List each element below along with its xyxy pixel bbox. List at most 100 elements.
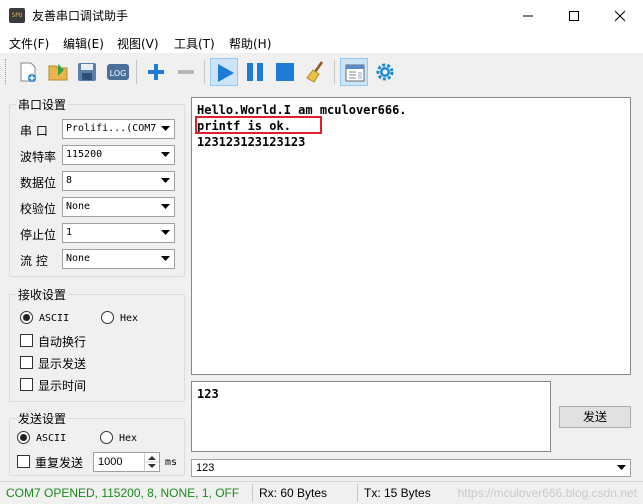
group-title: 接收设置 (16, 286, 69, 303)
minimize-button[interactable] (505, 0, 551, 31)
open-folder-icon (48, 64, 68, 81)
interval-value: 1000 (98, 456, 123, 468)
save-button[interactable] (73, 58, 101, 86)
toolbar-grip[interactable] (5, 59, 8, 85)
status-separator (252, 484, 253, 502)
send-hex-radio[interactable] (100, 431, 113, 444)
watermark: https://mculover666.blog.csdn.net (457, 486, 637, 500)
auto-wrap-checkbox[interactable] (20, 334, 33, 347)
add-button[interactable] (142, 58, 170, 86)
log-icon: LOG (107, 64, 129, 80)
log-button[interactable]: LOG (104, 58, 132, 86)
toolbar-separator (204, 60, 205, 84)
panel-button[interactable] (340, 58, 368, 86)
start-button[interactable] (210, 58, 238, 86)
chevron-down-icon (161, 230, 170, 235)
recv-hex-label: Hex (120, 313, 139, 324)
settings-button[interactable] (371, 58, 399, 86)
show-time-label: 显示时间 (38, 379, 87, 393)
new-button[interactable] (14, 58, 42, 86)
menu-tools[interactable]: 工具(T) (174, 35, 215, 52)
maximize-icon (569, 11, 579, 21)
minus-icon (178, 70, 194, 74)
remove-button[interactable] (172, 58, 200, 86)
chevron-down-icon (161, 178, 170, 183)
recv-ascii-radio[interactable] (20, 311, 33, 324)
receive-textarea[interactable]: Hello.World.I am mculover666. printf is … (191, 97, 631, 375)
show-time-checkbox[interactable] (20, 378, 33, 391)
repeat-send-checkbox[interactable] (17, 455, 30, 468)
port-value: Prolifi...(COM7 (66, 123, 157, 134)
stop-button[interactable] (271, 58, 299, 86)
databits-value: 8 (66, 175, 73, 186)
stopbits-select[interactable]: 1 (62, 223, 175, 243)
send-button[interactable]: 发送 (559, 406, 631, 428)
minimize-icon (523, 15, 533, 17)
menu-file[interactable]: 文件(F) (9, 35, 49, 52)
flow-select[interactable]: None (62, 249, 175, 269)
send-ascii-label: ASCII (36, 433, 67, 444)
plus-icon (148, 64, 164, 80)
parity-value: None (66, 201, 91, 212)
toolbar-separator (136, 60, 137, 84)
tx-count: Tx: 15 Bytes (364, 486, 431, 500)
chevron-down-icon (161, 152, 170, 157)
baud-label: 波特率 (20, 150, 57, 164)
send-history-select[interactable]: 123 (191, 459, 631, 477)
flow-value: None (66, 253, 91, 264)
menu-view[interactable]: 视图(V) (117, 35, 159, 52)
chevron-down-icon (161, 204, 170, 209)
status-bar: COM7 OPENED, 115200, 8, NONE, 1, OFF Rx:… (0, 481, 643, 504)
stopbits-value: 1 (66, 227, 73, 238)
baud-select[interactable]: 115200 (62, 145, 175, 165)
show-send-checkbox[interactable] (20, 356, 33, 369)
menu-help[interactable]: 帮助(H) (229, 35, 271, 52)
toolbar-separator (334, 60, 335, 84)
open-button[interactable] (44, 58, 72, 86)
auto-wrap-label: 自动换行 (38, 335, 87, 349)
new-file-icon (20, 62, 36, 82)
recv-hex-radio[interactable] (101, 311, 114, 324)
toolbar: LOG (0, 53, 643, 91)
play-icon (218, 64, 234, 82)
svg-text:LOG: LOG (110, 69, 127, 78)
interval-spinner[interactable]: 1000 (93, 452, 160, 472)
close-button[interactable] (597, 0, 643, 31)
clear-button[interactable] (302, 58, 330, 86)
interval-unit: ms (165, 457, 178, 468)
menu-edit[interactable]: 编辑(E) (63, 35, 104, 52)
show-send-label: 显示发送 (38, 357, 87, 371)
port-select[interactable]: Prolifi...(COM7 (62, 119, 175, 139)
status-separator (357, 484, 358, 502)
group-title: 发送设置 (16, 410, 69, 427)
save-icon (78, 63, 96, 81)
spinner-arrows-icon[interactable] (145, 453, 159, 471)
databits-select[interactable]: 8 (62, 171, 175, 191)
title-bar: SPU 友善串口调试助手 (0, 0, 643, 31)
gear-icon (376, 63, 394, 81)
parity-label: 校验位 (20, 202, 57, 216)
stop-icon (276, 63, 294, 81)
port-label: 串 口 (20, 124, 48, 138)
receive-line: 123123123123123 (197, 135, 306, 149)
pause-button[interactable] (241, 58, 269, 86)
broom-icon (306, 61, 324, 83)
baud-value: 115200 (66, 149, 103, 160)
group-title: 串口设置 (16, 96, 69, 113)
highlight-annotation-box (195, 116, 322, 134)
receive-line: Hello.World.I am mculover666. (197, 103, 407, 117)
window-title: 友善串口调试助手 (32, 9, 129, 23)
panel-icon (345, 64, 365, 82)
maximize-button[interactable] (551, 0, 597, 31)
flow-label: 流 控 (20, 254, 48, 268)
parity-select[interactable]: None (62, 197, 175, 217)
send-history-value: 123 (196, 462, 215, 474)
receive-settings-group: 接收设置 (9, 286, 185, 402)
rx-count: Rx: 60 Bytes (259, 486, 328, 500)
close-icon (614, 10, 626, 22)
send-textarea[interactable]: 123 (191, 381, 551, 452)
recv-ascii-label: ASCII (39, 313, 70, 324)
app-icon: SPU (9, 8, 25, 23)
send-ascii-radio[interactable] (17, 431, 30, 444)
repeat-send-label: 重复发送 (35, 456, 84, 470)
